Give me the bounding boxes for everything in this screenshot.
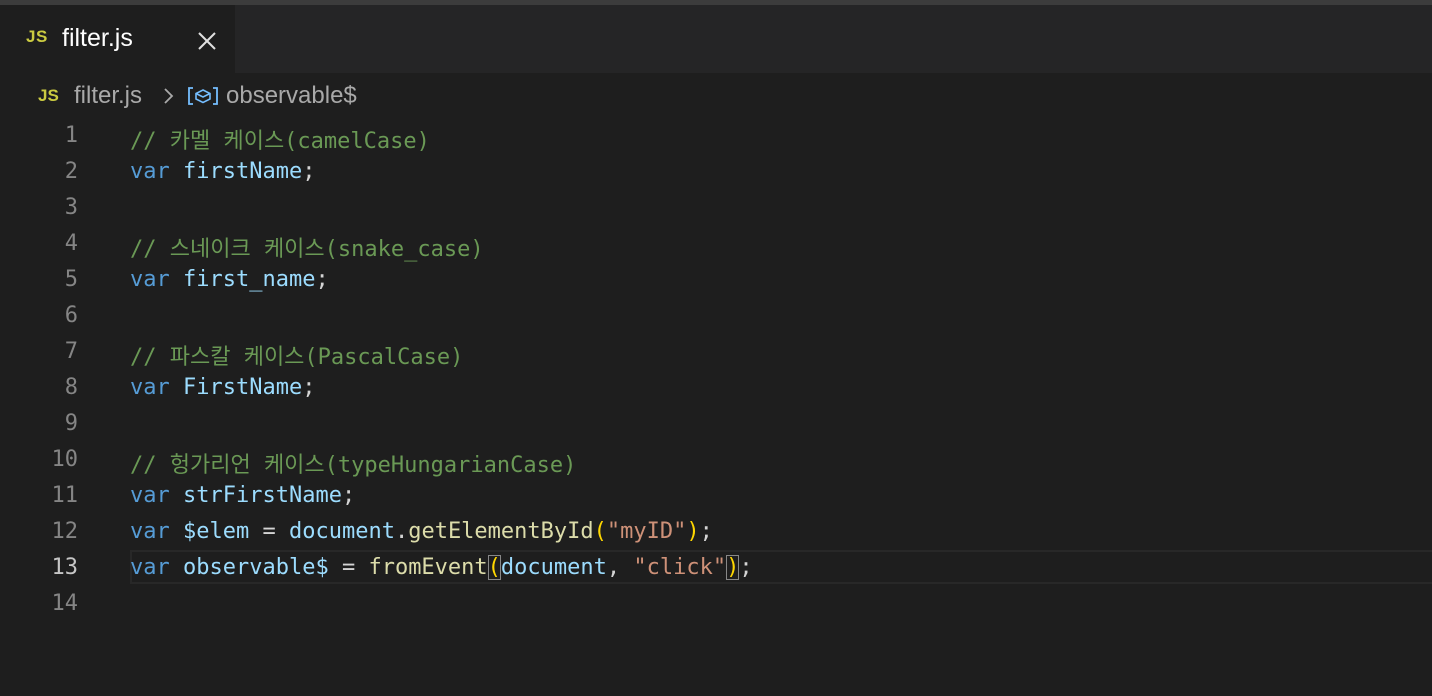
code-token-punct xyxy=(170,483,183,508)
code-token-var: firstName xyxy=(183,159,303,184)
code-token-punct: , xyxy=(606,555,634,580)
breadcrumb: JS filter.js observable$ xyxy=(0,73,1432,119)
line-number: 6 xyxy=(64,303,78,328)
line-number: 14 xyxy=(51,591,79,616)
line-number: 8 xyxy=(64,375,78,400)
code-line[interactable]: 9 xyxy=(0,406,1432,442)
code-token-var: strFirstName xyxy=(183,483,342,508)
code-text: var first_name; xyxy=(130,267,329,292)
line-number: 9 xyxy=(64,411,78,436)
code-token-paren: ) xyxy=(686,519,700,544)
code-token-comment: // 스네이크 케이스(snake_case) xyxy=(130,237,484,262)
code-line[interactable]: 8 var FirstName; xyxy=(0,370,1432,406)
breadcrumb-symbol[interactable]: observable$ xyxy=(226,82,357,110)
code-text: var $elem = document.getElementById("myI… xyxy=(130,519,713,544)
code-token-punct: ; xyxy=(699,519,713,544)
line-number: 1 xyxy=(64,123,78,148)
tab-filter-js[interactable]: JS filter.js xyxy=(0,5,236,73)
code-token-punct xyxy=(170,159,183,184)
code-text: // 헝가리언 케이스(typeHungarianCase) xyxy=(130,447,576,479)
code-line[interactable]: 7 // 파스칼 케이스(PascalCase) xyxy=(0,334,1432,370)
line-number: 11 xyxy=(51,483,79,508)
tab-label: filter.js xyxy=(62,24,133,52)
code-token-keyword: var xyxy=(130,267,170,292)
code-token-punct: = xyxy=(328,555,369,580)
code-token-punct xyxy=(170,267,183,292)
line-number: 7 xyxy=(64,339,78,364)
chevron-right-icon xyxy=(162,87,176,105)
code-token-paren: ( xyxy=(487,555,501,580)
code-line[interactable]: 4 // 스네이크 케이스(snake_case) xyxy=(0,226,1432,262)
code-token-keyword: var xyxy=(130,483,170,508)
code-token-paren: ) xyxy=(726,555,740,580)
code-token-keyword: var xyxy=(130,519,170,544)
line-number: 12 xyxy=(51,519,79,544)
code-token-comment: // 카멜 케이스(camelCase) xyxy=(130,129,430,154)
code-token-string: "myID" xyxy=(606,519,687,544)
js-file-icon: JS xyxy=(26,27,48,46)
code-text: // 파스칼 케이스(PascalCase) xyxy=(130,339,463,371)
code-token-func: getElementById xyxy=(408,519,594,544)
line-number: 3 xyxy=(64,195,78,220)
code-token-punct xyxy=(170,375,183,400)
code-token-punct xyxy=(170,519,183,544)
code-token-punct xyxy=(170,555,183,580)
code-token-paren: ( xyxy=(593,519,607,544)
code-token-punct: ; xyxy=(315,267,329,292)
code-token-keyword: var xyxy=(130,375,170,400)
code-text: // 카멜 케이스(camelCase) xyxy=(130,123,430,155)
code-text: var FirstName; xyxy=(130,375,315,400)
code-token-keyword: var xyxy=(130,159,170,184)
code-line[interactable]: 1 // 카멜 케이스(camelCase) xyxy=(0,118,1432,154)
editor-window: JS filter.js JS filter.js observable$ 1 … xyxy=(0,0,1432,696)
code-token-punct: ; xyxy=(302,159,316,184)
code-token-punct: ; xyxy=(302,375,316,400)
code-token-punct: ; xyxy=(739,555,753,580)
code-token-punct: = xyxy=(249,519,289,544)
code-line[interactable]: 11 var strFirstName; xyxy=(0,478,1432,514)
code-token-var: document xyxy=(288,519,395,544)
code-line[interactable]: 12 var $elem = document.getElementById("m… xyxy=(0,514,1432,550)
code-editor[interactable]: 1 // 카멜 케이스(camelCase) 2 var firstName; 3 4 //… xyxy=(0,118,1432,696)
code-token-func: fromEvent xyxy=(368,555,488,580)
code-text: // 스네이크 케이스(snake_case) xyxy=(130,231,484,263)
code-line[interactable]: 14 xyxy=(0,586,1432,622)
code-token-var: document xyxy=(500,555,607,580)
close-icon[interactable] xyxy=(196,30,218,52)
line-number: 10 xyxy=(51,447,79,472)
breadcrumb-file[interactable]: filter.js xyxy=(74,82,142,110)
code-token-comment: // 헝가리언 케이스(typeHungarianCase) xyxy=(130,453,577,478)
symbol-variable-icon xyxy=(187,86,219,106)
code-token-punct: . xyxy=(394,519,409,544)
line-number: 5 xyxy=(64,267,78,292)
code-text: var strFirstName; xyxy=(130,483,355,508)
code-token-comment: // 파스칼 케이스(PascalCase) xyxy=(130,345,464,370)
line-number: 4 xyxy=(64,231,78,256)
tab-bar: JS filter.js xyxy=(0,5,1432,73)
code-text: var firstName; xyxy=(130,159,315,184)
code-token-string: "click" xyxy=(633,555,727,580)
code-line[interactable]: 5 var first_name; xyxy=(0,262,1432,298)
code-line[interactable]: 3 xyxy=(0,190,1432,226)
code-token-keyword: var xyxy=(130,555,170,580)
code-line[interactable]: 2 var firstName; xyxy=(0,154,1432,190)
js-file-icon: JS xyxy=(38,86,59,105)
line-number: 13 xyxy=(51,555,79,580)
code-text: var observable$ = fromEvent(document, "c… xyxy=(130,555,753,580)
code-token-var: observable$ xyxy=(183,555,329,580)
line-number: 2 xyxy=(64,159,78,184)
code-line[interactable]: 10 // 헝가리언 케이스(typeHungarianCase) xyxy=(0,442,1432,478)
code-line[interactable]: 6 xyxy=(0,298,1432,334)
code-token-var: $elem xyxy=(183,519,250,544)
code-line[interactable]: 13 var observable$ = fromEvent(document, … xyxy=(0,550,1432,586)
code-token-punct: ; xyxy=(341,483,356,508)
code-token-var: FirstName xyxy=(183,375,303,400)
code-token-var: first_name xyxy=(183,267,316,292)
